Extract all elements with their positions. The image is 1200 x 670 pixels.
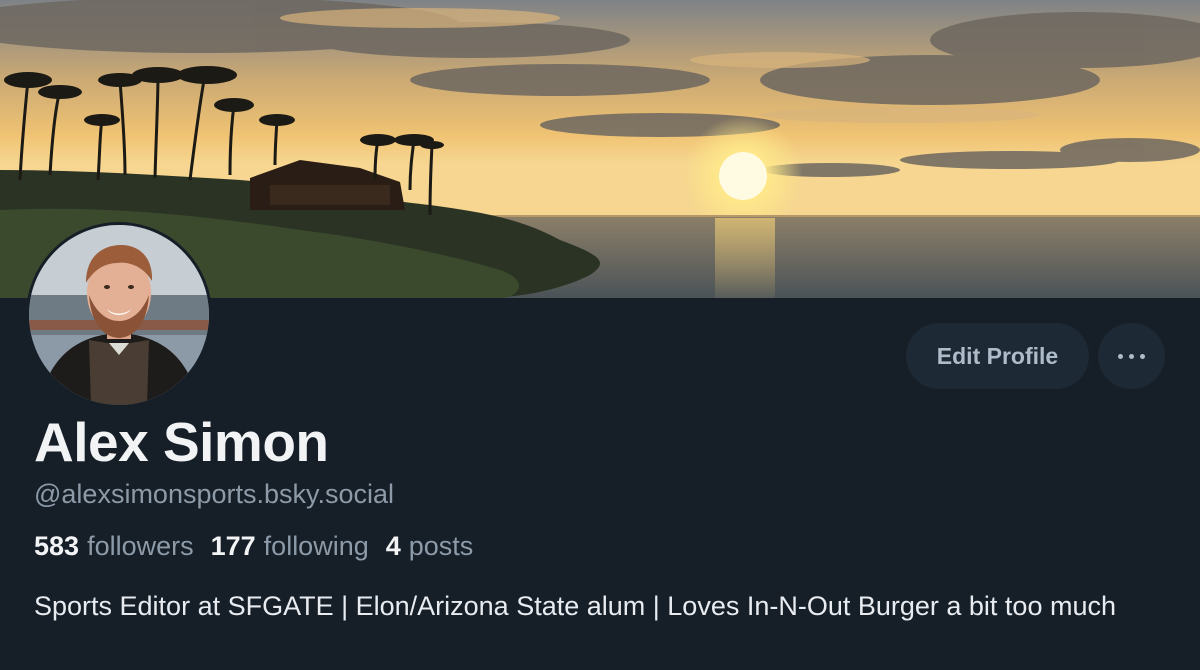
ellipsis-icon (1118, 353, 1145, 359)
profile-page: Edit Profile Alex Simon @alexsimonsports… (0, 0, 1200, 670)
followers-label: followers (87, 531, 194, 561)
edit-profile-label: Edit Profile (936, 342, 1059, 369)
profile-stats: 583 followers 177 following 4 posts (34, 527, 473, 565)
posts-label: posts (408, 531, 474, 561)
display-name: Alex Simon (34, 411, 329, 473)
edit-profile-button[interactable]: Edit Profile (906, 323, 1089, 389)
followers-link[interactable]: 583 followers (34, 527, 194, 565)
following-label: following (263, 531, 369, 561)
posts-stat: 4 posts (386, 527, 474, 565)
following-link[interactable]: 177 following (211, 527, 369, 565)
more-options-button[interactable] (1098, 323, 1165, 389)
followers-count: 583 (34, 531, 80, 561)
posts-count: 4 (385, 531, 401, 561)
following-count: 177 (210, 531, 256, 561)
profile-bio: Sports Editor at SFGATE | Elon/Arizona S… (34, 591, 1116, 621)
user-handle: @alexsimonsports.bsky.social (34, 479, 395, 509)
avatar[interactable] (26, 222, 212, 408)
